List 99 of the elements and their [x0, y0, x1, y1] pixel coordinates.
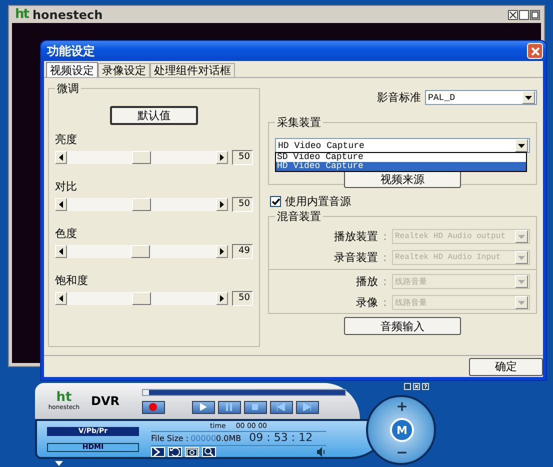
field-label: 播放 [356, 274, 378, 289]
minimize-icon [404, 383, 411, 390]
pause-icon [225, 403, 233, 411]
tool-button[interactable] [168, 446, 182, 456]
help-icon [422, 383, 429, 390]
file-size-label: File Size : [151, 432, 189, 444]
slider-thumb[interactable] [132, 292, 151, 305]
previous-icon [277, 403, 285, 411]
dropdown-arrow-icon [518, 280, 525, 284]
scroll-left-button[interactable] [55, 151, 67, 164]
close-icon [413, 383, 420, 390]
scroll-right-button[interactable] [216, 151, 228, 164]
file-size-value: 0.0MB [216, 432, 242, 444]
separator: : [382, 296, 388, 309]
scroll-right-button[interactable] [216, 292, 228, 305]
device-dropdown[interactable]: HD Video Capture [275, 138, 530, 153]
left-arrow-icon [59, 154, 63, 161]
minimize-icon [519, 10, 529, 20]
tab[interactable]: 视频设定 [46, 62, 98, 77]
slider-thumb[interactable] [130, 245, 150, 258]
right-arrow-icon [220, 154, 224, 161]
separator: : [382, 230, 388, 243]
group-title: 采集装置 [276, 115, 322, 130]
checkbox-label: 使用内置音源 [285, 194, 351, 209]
stop-icon [251, 403, 259, 411]
app-logo: ht [15, 7, 28, 22]
right-arrow-icon [220, 201, 224, 208]
volume-down-button[interactable]: − [395, 446, 409, 460]
previous-button[interactable] [270, 400, 292, 414]
slider-label: 饱和度 [55, 274, 89, 288]
value-field: 50 [232, 150, 253, 165]
right-arrow-icon [220, 295, 224, 302]
slider-label: 色度 [55, 227, 78, 241]
record-icon [149, 403, 157, 411]
check-icon [272, 198, 280, 205]
close-icon [508, 10, 518, 20]
standard-dropdown[interactable]: PAL_D [425, 90, 537, 105]
default-button[interactable]: 默认值 [110, 106, 198, 125]
left-arrow-icon [59, 201, 63, 208]
close-icon [530, 46, 540, 56]
scroll-left-button[interactable] [55, 292, 67, 305]
dropdown-arrow-icon [518, 234, 525, 238]
progress-bar[interactable] [142, 388, 346, 396]
scroll-right-button[interactable] [216, 245, 228, 258]
separator: : [382, 251, 388, 264]
dropdown-option[interactable]: SD Video Capture [276, 153, 526, 162]
slider-label: 亮度 [55, 133, 78, 147]
left-arrow-icon [59, 295, 63, 302]
menu-button[interactable]: M [390, 418, 414, 442]
dropdown-option[interactable]: HD Video Capture [276, 162, 526, 171]
dropdown-arrow-icon [518, 256, 525, 260]
field-label: 录音装置 [334, 250, 378, 265]
down-arrow-icon [55, 461, 63, 466]
group-title: 微调 [56, 81, 80, 96]
volume-up-button[interactable]: + [395, 400, 409, 414]
play-icon [199, 403, 207, 411]
slider-label: 对比 [55, 180, 78, 194]
speaker-icon [317, 446, 326, 456]
window-title: 功能设定 [47, 42, 95, 60]
next-icon [303, 403, 311, 411]
scroll-right-button[interactable] [216, 198, 228, 211]
checkbox[interactable] [270, 196, 281, 207]
clock: 09 : 53 : 12 [249, 432, 313, 444]
group-title: 混音装置 [276, 209, 322, 224]
right-arrow-icon [220, 248, 224, 255]
tool-button[interactable] [185, 446, 199, 456]
maximize-icon [530, 10, 540, 20]
play-button[interactable] [192, 400, 214, 414]
value-field: 49 [232, 244, 253, 259]
dropdown-arrow-icon [518, 300, 525, 304]
tab[interactable]: 录像设定 [98, 63, 150, 77]
field-label: 播放装置 [334, 229, 378, 244]
ok-button[interactable]: 确定 [469, 358, 543, 376]
tool-button[interactable] [202, 446, 216, 456]
left-arrow-icon [59, 248, 63, 255]
dropdown-arrow-icon [518, 144, 525, 148]
app-title: honestech [32, 8, 103, 22]
field-label: 录像 [356, 295, 378, 310]
close-button[interactable] [527, 43, 543, 59]
progress-thumb[interactable] [142, 390, 148, 394]
audio-input-button[interactable]: 音频输入 [344, 317, 461, 335]
tool-button[interactable] [151, 446, 165, 456]
field-label: 影音标准 [377, 90, 421, 105]
stop-button[interactable] [244, 400, 266, 414]
next-button[interactable] [296, 400, 318, 414]
pause-button[interactable] [218, 400, 240, 414]
value-field: 50 [232, 197, 253, 212]
player-title: DVR [91, 394, 120, 408]
slider-thumb[interactable] [132, 198, 151, 211]
record-button[interactable] [142, 400, 164, 414]
player-logo: ht [56, 391, 72, 404]
file-size-padding: 00000 [190, 432, 216, 444]
tab[interactable]: 处理组件对话框 [150, 63, 235, 77]
value-field: 50 [232, 291, 253, 306]
separator: : [382, 275, 388, 288]
scroll-left-button[interactable] [55, 198, 67, 211]
dropdown-arrow-icon [525, 96, 532, 100]
scroll-left-button[interactable] [55, 245, 67, 258]
slider-thumb[interactable] [132, 151, 151, 164]
